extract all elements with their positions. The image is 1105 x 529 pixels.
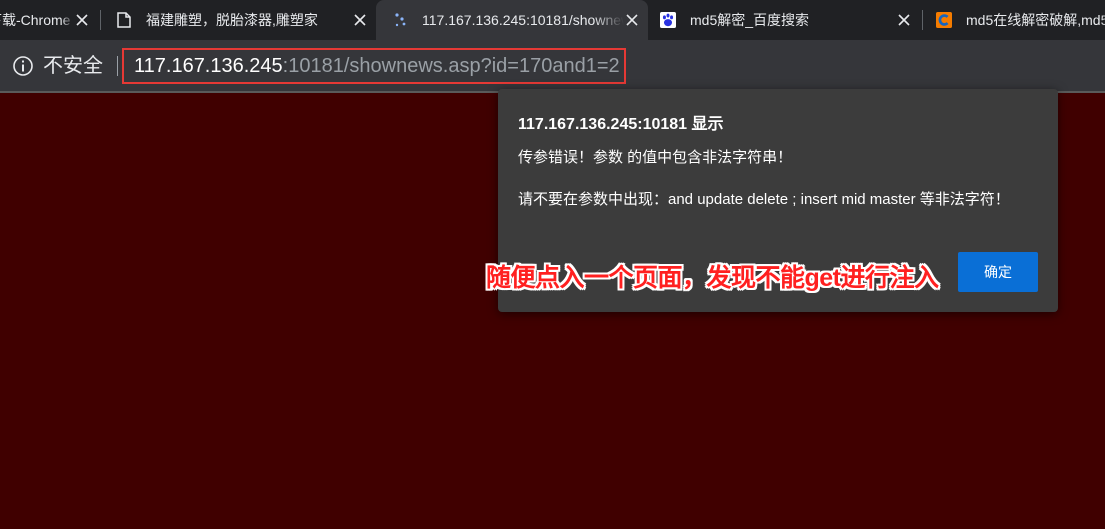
dialog-message-error: 传参错误！参数 的值中包含非法字符串！ (518, 149, 793, 166)
close-icon[interactable] (352, 12, 368, 28)
tab-separator (922, 10, 923, 30)
tab-title: 下载-Chrome (0, 12, 71, 28)
annotation-caption: 随便点入一个页面，发现不能get进行注入 (486, 264, 939, 292)
tab-title: 117.167.136.245:10181/shownews.asp (422, 12, 624, 28)
page-icon (116, 12, 132, 28)
loading-icon (392, 12, 408, 28)
address-toolbar: 不安全 117.167.136.245:10181/shownews.asp?i… (0, 40, 1105, 92)
security-status[interactable]: 不安全 (43, 53, 103, 79)
baidu-icon (660, 12, 676, 28)
omnibox-separator (117, 56, 118, 76)
tab-chrome-download[interactable]: 下载-Chrome (0, 0, 98, 40)
close-icon[interactable] (624, 12, 640, 28)
ok-button[interactable]: 确定 (958, 252, 1038, 292)
tab-title: 福建雕塑，脱胎漆器,雕塑家 (146, 12, 318, 28)
tab-title: md5在线解密破解,md5 (966, 12, 1105, 28)
cmd5-icon (936, 12, 952, 28)
url-host: 117.167.136.245 (134, 55, 283, 77)
url-path: :10181/shownews.asp?id=170and1=2 (282, 55, 620, 77)
tab-baidu-md5[interactable]: md5解密_百度搜索 (648, 0, 920, 40)
tab-strip: 下载-Chrome 福建雕塑，脱胎漆器,雕塑家 117.167.136.245:… (0, 0, 1105, 40)
tab-separator (100, 10, 101, 30)
dialog-title: 117.167.136.245:10181 显示 (518, 116, 724, 133)
tab-title: md5解密_百度搜索 (690, 12, 810, 28)
dialog-message-detail: 请不要在参数中出现：and update delete ; insert mid… (518, 191, 1010, 208)
info-icon[interactable] (12, 55, 34, 77)
tab-cmd5[interactable]: md5在线解密破解,md5 (924, 0, 1105, 40)
tab-fujian-sculpture[interactable]: 福建雕塑，脱胎漆器,雕塑家 (104, 0, 376, 40)
url-field[interactable]: 117.167.136.245:10181/shownews.asp?id=17… (134, 53, 620, 79)
close-icon[interactable] (896, 12, 912, 28)
close-icon[interactable] (74, 12, 90, 28)
tab-shownews[interactable]: 117.167.136.245:10181/shownews.asp (376, 0, 648, 40)
